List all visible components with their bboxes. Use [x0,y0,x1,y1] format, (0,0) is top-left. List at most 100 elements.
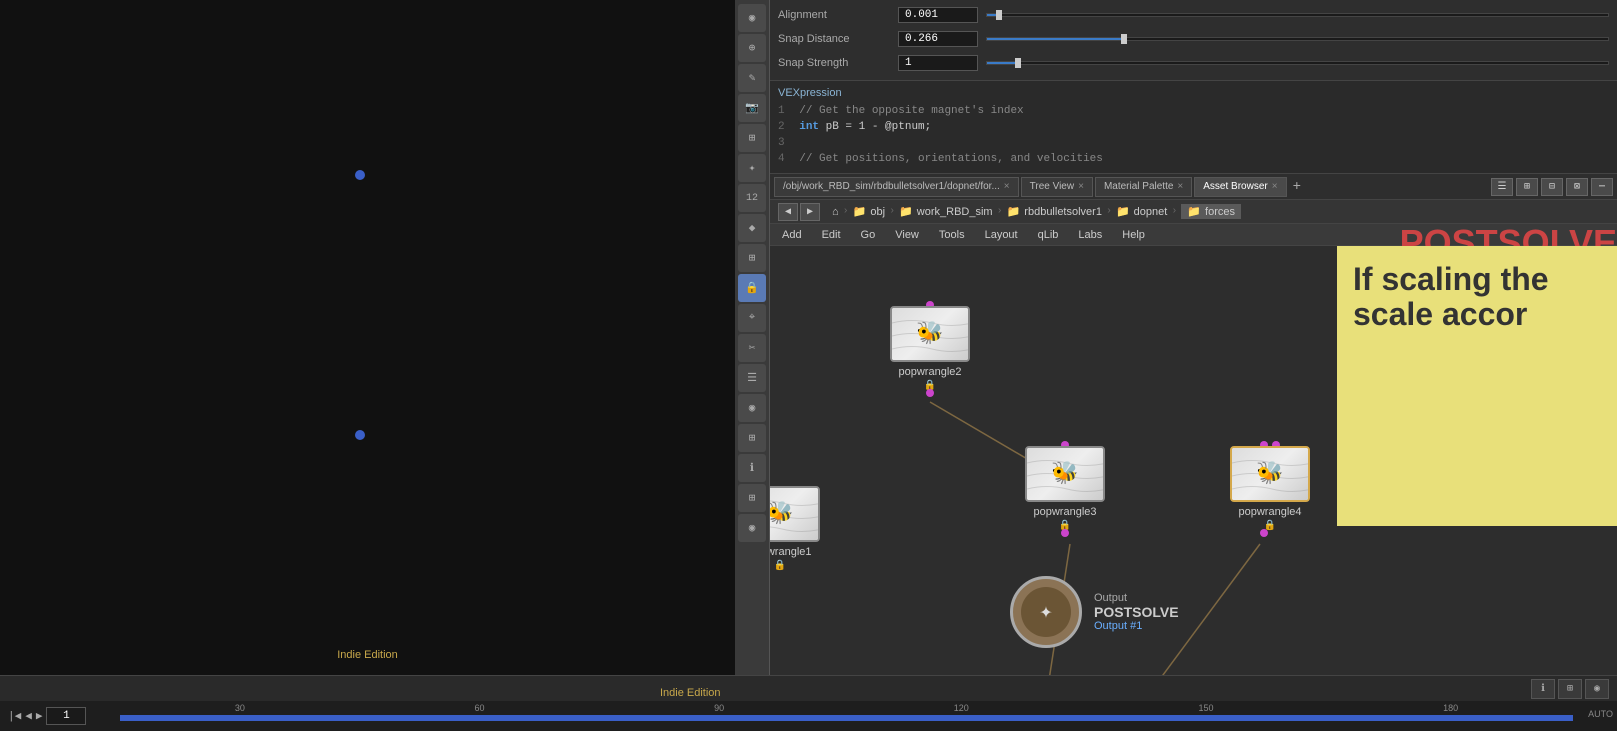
toolbar-btn-1[interactable]: ◉ [738,4,766,32]
view-icons: ☰ ⊞ ⊟ ⊠ ⋯ [1491,178,1613,196]
menu-view[interactable]: View [891,227,923,243]
properties-area: Alignment Snap Distance Snap Strength [770,0,1617,81]
breadcrumb-item-work[interactable]: 📁 work_RBD_sim [899,205,993,218]
tab-1[interactable]: Tree View × [1021,177,1093,197]
timeline-auto-label: AUTO [1588,709,1613,719]
playback-prev[interactable]: ◀ [25,709,32,723]
toolbar-btn-3[interactable]: ✎ [738,64,766,92]
tab-0[interactable]: /obj/work_RBD_sim/rbdbulletsolver1/dopne… [774,177,1019,197]
menu-add[interactable]: Add [778,227,806,243]
vex-line-2: 2 int pB = 1 - @ptnum; [778,119,1609,135]
toolbar-btn-8[interactable]: ⊞ [738,244,766,272]
menu-edit[interactable]: Edit [818,227,845,243]
menu-qlib[interactable]: qLib [1034,227,1063,243]
timeline-ruler[interactable]: 30 60 90 120 150 180 [120,701,1573,731]
toolbar-btn-2[interactable]: ⊕ [738,34,766,62]
toolbar-btn-4[interactable]: 📷 [738,94,766,122]
tab-close-0[interactable]: × [1004,181,1010,192]
prop-input-snap-strength[interactable] [898,55,978,71]
breadcrumb-item-forces[interactable]: 📁 forces [1181,204,1241,219]
prop-input-snap-distance[interactable] [898,31,978,47]
viewport: Indie Edition [0,0,735,675]
breadcrumb-item-obj[interactable]: 📁 obj [853,205,885,218]
menu-layout[interactable]: Layout [981,227,1022,243]
view-icon-grid-lg[interactable]: ⊠ [1566,178,1588,196]
toolbar-btn-15[interactable]: ⊞ [738,484,766,512]
tab-3[interactable]: Asset Browser × [1194,177,1286,197]
tab-add-button[interactable]: + [1289,179,1305,195]
toolbar-btn-12[interactable]: ☰ [738,364,766,392]
node-box-pw1[interactable]: 🐝 [770,486,820,542]
prop-slider-snap-distance[interactable] [986,37,1609,41]
menu-tools[interactable]: Tools [935,227,969,243]
breadcrumb-nav: ◀ ▶ [778,203,820,221]
menu-help[interactable]: Help [1118,227,1149,243]
timeline-progress[interactable] [120,715,1573,721]
breadcrumb-item-dopnet[interactable]: 📁 dopnet [1116,205,1167,218]
frame-display: |◀ ◀ ▶ 1 [8,707,86,725]
node-box-pw3[interactable]: 🐝 [1025,446,1105,502]
prop-input-alignment[interactable] [898,7,978,23]
status-icon-1[interactable]: ℹ [1531,679,1555,699]
toolbar-num-12[interactable]: 12 [738,184,766,212]
toolbar-btn-16[interactable]: ◉ [738,514,766,542]
menu-go[interactable]: Go [857,227,880,243]
breadcrumb-forward[interactable]: ▶ [800,203,820,221]
status-icon-3[interactable]: ◉ [1585,679,1609,699]
frame-number[interactable]: 1 [46,707,86,725]
node-label-pw4: popwrangle4 [1239,506,1302,518]
note-text: If scaling thescale accor [1353,262,1601,332]
toolbar-btn-9[interactable]: 🔒 [738,274,766,302]
toolbar-btn-11[interactable]: ✂ [738,334,766,362]
tab-close-2[interactable]: × [1177,181,1183,192]
toolbar-btn-info[interactable]: ℹ [738,454,766,482]
tab-label-2: Material Palette [1104,181,1173,192]
output-postsolve-node[interactable]: ✦ Output POSTSOLVE Output #1 [1010,576,1179,648]
node-popwrangle4[interactable]: 🐝 popwrangle4 🔒 [1230,446,1310,532]
tab-label-1: Tree View [1030,181,1074,192]
node-box-pw2[interactable]: 🐝 [890,306,970,362]
timeline[interactable]: |◀ ◀ ▶ 1 30 60 90 120 150 180 AUTO [0,701,1617,731]
vex-line-1: 1 // Get the opposite magnet's index [778,103,1609,119]
node-popwrangle2[interactable]: 🐝 popwrangle2 🔒 [890,306,970,392]
menu-labs[interactable]: Labs [1074,227,1106,243]
playback-start[interactable]: |◀ [8,709,21,723]
viewport-indie-watermark: Indie Edition [0,649,735,661]
vex-code: 1 // Get the opposite magnet's index 2 i… [778,103,1609,167]
node-label-pw1: popwrangle1 [770,546,812,558]
toolbar-btn-13[interactable]: ◉ [738,394,766,422]
node-box-pw4[interactable]: 🐝 [1230,446,1310,502]
toolbar-btn-10[interactable]: ⌖ [738,304,766,332]
breadcrumb-item-home[interactable]: ⌂ [832,206,839,218]
prop-slider-snap-strength[interactable] [986,61,1609,65]
breadcrumb-item-rbd[interactable]: 📁 rbdbulletsolver1 [1007,205,1102,218]
status-icon-2[interactable]: ⊞ [1558,679,1582,699]
view-icon-dots[interactable]: ⋯ [1591,178,1613,196]
node-label-pw2: popwrangle2 [899,366,962,378]
node-popwrangle3[interactable]: 🐝 popwrangle3 🔒 [1025,446,1105,532]
folder-icon-rbd: 📁 [1007,205,1021,218]
node-graph[interactable]: Indie Edition If scaling thescale accor [770,246,1617,675]
tab-close-3[interactable]: × [1272,181,1278,192]
playback-play[interactable]: ▶ [36,709,43,723]
tab-2[interactable]: Material Palette × [1095,177,1192,197]
view-icon-grid-sm[interactable]: ⊞ [1516,178,1538,196]
toolbar-btn-5[interactable]: ⊞ [738,124,766,152]
node-lock-pw1: 🔒 [774,560,786,572]
prop-slider-alignment[interactable] [986,13,1609,17]
output-name-label: POSTSOLVE [1094,604,1179,620]
toolbar-btn-6[interactable]: ✦ [738,154,766,182]
prop-label-snap-distance: Snap Distance [778,33,898,45]
node-popwrangle1[interactable]: 🐝 popwrangle1 🔒 [770,486,820,572]
toolbar-btn-7[interactable]: ◆ [738,214,766,242]
output-info: Output POSTSOLVE Output #1 [1094,592,1179,632]
tab-close-1[interactable]: × [1078,181,1084,192]
view-icon-grid-md[interactable]: ⊟ [1541,178,1563,196]
node-label-pw3: popwrangle3 [1034,506,1097,518]
breadcrumb-back[interactable]: ◀ [778,203,798,221]
toolbar-btn-14[interactable]: ⊞ [738,424,766,452]
view-icon-list[interactable]: ☰ [1491,178,1513,196]
status-toolbar: ℹ ⊞ ◉ [1531,679,1609,699]
prop-row-snap-distance: Snap Distance [778,28,1609,50]
output-type-label: Output [1094,592,1179,604]
